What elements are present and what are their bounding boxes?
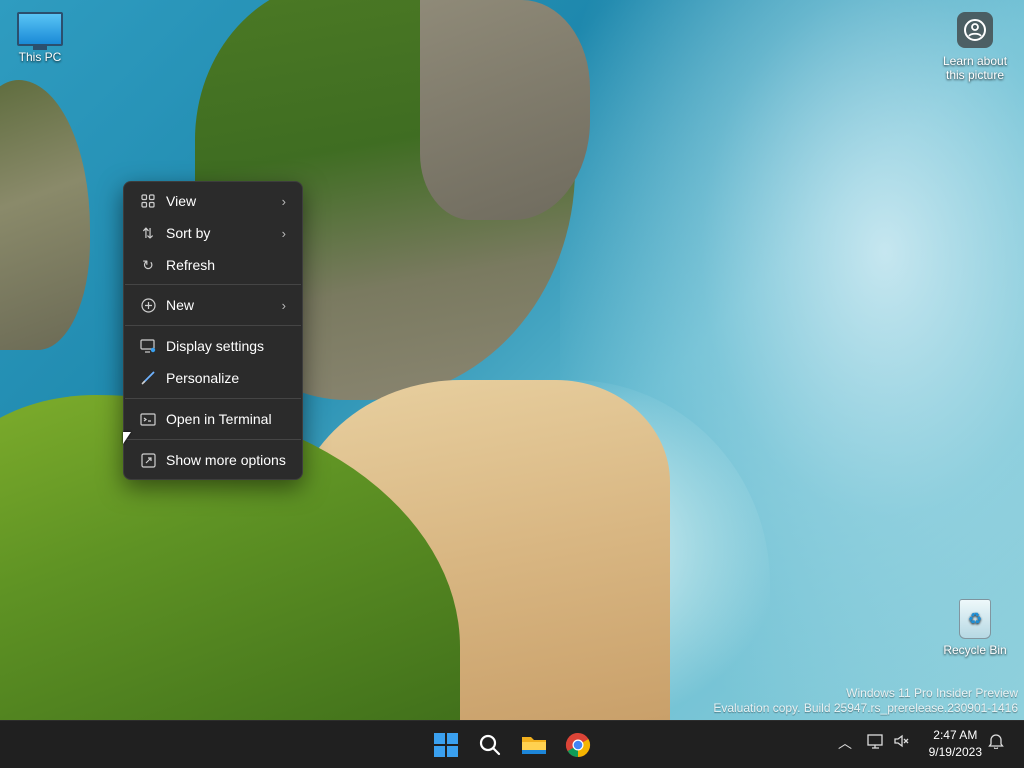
windows-start-icon <box>434 733 458 757</box>
brush-icon <box>138 371 158 385</box>
desktop-icon-label: Learn about this picture <box>942 54 1008 82</box>
show-hidden-icons-chevron-icon[interactable]: ︿ <box>838 733 852 753</box>
display-settings-icon <box>138 339 158 353</box>
desktop-context-menu: View › ⇅ Sort by › ↻ Refresh New › Displ… <box>123 181 303 480</box>
menu-item-open-in-terminal[interactable]: Open in Terminal <box>128 404 298 434</box>
network-icon[interactable] <box>867 733 885 753</box>
chevron-right-icon: › <box>281 225 286 241</box>
desktop-icon-this-pc[interactable]: This PC <box>0 10 80 64</box>
recycle-bin-icon: ♻ <box>959 599 991 639</box>
more-options-icon <box>138 452 158 468</box>
chrome-button[interactable] <box>560 727 596 763</box>
mouse-pointer-icon <box>123 432 131 444</box>
search-icon <box>479 734 501 756</box>
clock-time: 2:47 AM <box>933 728 978 742</box>
start-button[interactable] <box>428 727 464 763</box>
volume-muted-icon[interactable] <box>893 733 911 753</box>
menu-item-label: Sort by <box>166 225 211 241</box>
menu-item-show-more-options[interactable]: Show more options <box>128 445 298 475</box>
menu-item-view[interactable]: View › <box>128 186 298 216</box>
desktop-icon-recycle-bin[interactable]: ♻ Recycle Bin <box>935 597 1015 657</box>
menu-item-label: New <box>166 297 195 313</box>
desktop-icon-learn-about-picture[interactable]: Learn about this picture <box>935 10 1015 82</box>
menu-item-label: Refresh <box>166 257 216 273</box>
chevron-right-icon: › <box>281 297 286 313</box>
taskbar: ︿ 2:47 AM 9/19/2023 <box>0 720 1024 768</box>
search-button[interactable] <box>472 727 508 763</box>
wallpaper-left-cliff <box>0 80 90 350</box>
camera-info-icon <box>957 12 993 48</box>
desktop-icon-label: Recycle Bin <box>943 643 1007 657</box>
menu-item-refresh[interactable]: ↻ Refresh <box>128 250 298 280</box>
chevron-right-icon: › <box>281 193 286 209</box>
menu-separator <box>125 398 301 399</box>
menu-item-label: Personalize <box>166 370 240 386</box>
menu-item-personalize[interactable]: Personalize <box>128 363 298 393</box>
terminal-icon <box>138 412 158 426</box>
menu-separator <box>125 439 301 440</box>
watermark-line-2: Evaluation copy. Build 25947.rs_prerelea… <box>713 701 1018 715</box>
menu-item-label: Display settings <box>166 338 265 354</box>
file-explorer-button[interactable] <box>516 727 552 763</box>
grid-view-icon <box>138 194 158 208</box>
folder-icon <box>522 737 546 754</box>
refresh-icon: ↻ <box>142 256 154 273</box>
sort-icon: ⇅ <box>142 224 154 241</box>
chrome-icon <box>565 733 591 757</box>
windows-watermark: Windows 11 Pro Insider Preview Evaluatio… <box>713 686 1018 716</box>
wallpaper-rock-face <box>420 0 590 220</box>
notification-bell-icon[interactable] <box>988 733 1004 753</box>
menu-item-sort-by[interactable]: ⇅ Sort by › <box>128 218 298 248</box>
watermark-line-1: Windows 11 Pro Insider Preview <box>846 686 1018 700</box>
menu-item-label: Open in Terminal <box>166 411 272 427</box>
desktop-icon-label: This PC <box>18 50 62 64</box>
menu-item-label: View <box>166 193 197 209</box>
menu-separator <box>125 325 301 326</box>
menu-separator <box>125 284 301 285</box>
system-clock[interactable]: 2:47 AM 9/19/2023 <box>929 727 982 761</box>
menu-item-display-settings[interactable]: Display settings <box>128 331 298 361</box>
menu-item-new[interactable]: New › <box>128 290 298 320</box>
clock-date: 9/19/2023 <box>928 745 982 759</box>
menu-item-label: Show more options <box>166 452 286 468</box>
plus-circle-icon <box>138 297 158 313</box>
computer-icon <box>17 12 63 50</box>
